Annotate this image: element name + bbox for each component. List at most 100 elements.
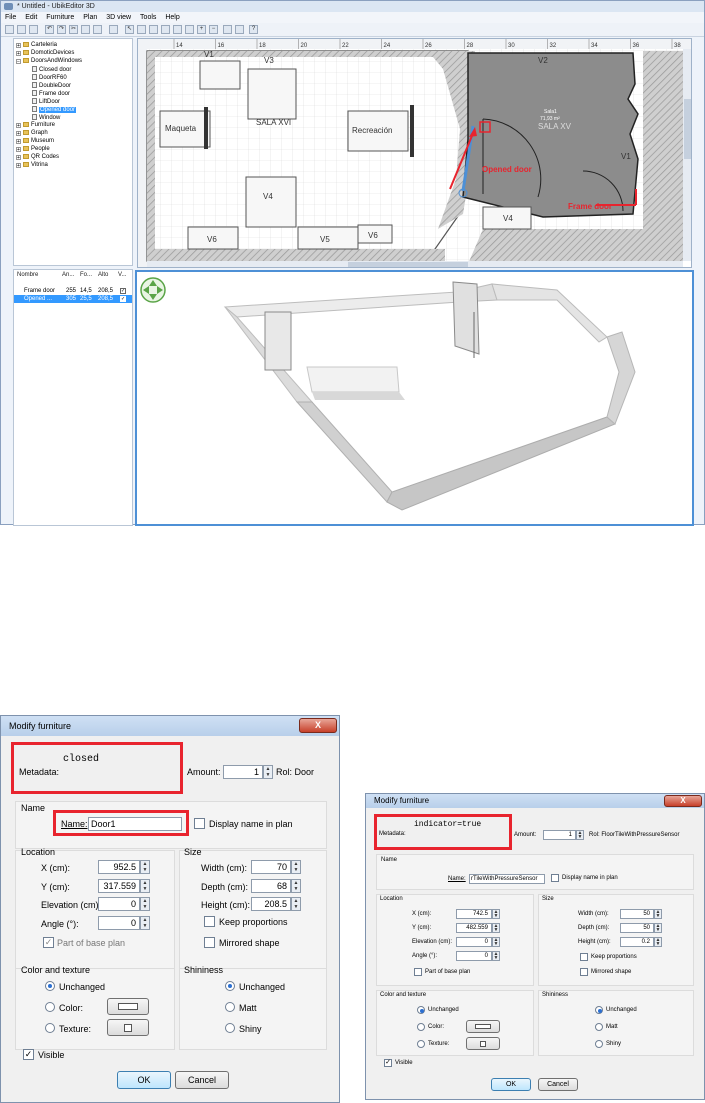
- col-header-name[interactable]: Nombre: [17, 272, 38, 278]
- width-input[interactable]: 50: [620, 909, 654, 919]
- vitrine-v3[interactable]: [247, 68, 297, 120]
- tree-folder-museum[interactable]: + Museum: [16, 138, 54, 145]
- elevation-spinner[interactable]: ▲ ▼: [492, 937, 500, 947]
- furniture-catalog-tree[interactable]: + Carteleria + DomoticDevices − DoorsAndWin…: [13, 38, 133, 266]
- color-radio[interactable]: [45, 1002, 55, 1012]
- height-input[interactable]: 208.5: [251, 897, 291, 911]
- new-icon[interactable]: [5, 25, 14, 34]
- zoom-in-icon[interactable]: +: [197, 25, 206, 34]
- ok-button[interactable]: OK: [491, 1078, 531, 1091]
- name-input[interactable]: Door1: [88, 817, 182, 831]
- visible-checkbox[interactable]: ✓: [120, 288, 126, 294]
- collapse-icon[interactable]: −: [16, 59, 21, 65]
- elevation-spinner[interactable]: ▲ ▼: [140, 897, 150, 911]
- color-unchanged-radio[interactable]: [417, 1006, 425, 1014]
- shiny-radio[interactable]: [595, 1040, 603, 1048]
- cancel-button[interactable]: Cancel: [538, 1078, 578, 1091]
- furniture-list[interactable]: Nombre An... Fo... Alto V... Frame door …: [13, 269, 133, 526]
- expand-icon[interactable]: +: [16, 147, 21, 153]
- menu-help[interactable]: Help: [165, 12, 179, 23]
- table-row[interactable]: Opened ... 305 25,5 208,5 ✓: [14, 295, 132, 303]
- cancel-button[interactable]: Cancel: [175, 1071, 229, 1089]
- open-icon[interactable]: [17, 25, 26, 34]
- display-name-checkbox[interactable]: [194, 818, 205, 829]
- menu-tools[interactable]: Tools: [140, 12, 156, 23]
- color-picker-button[interactable]: [107, 998, 149, 1015]
- redo-icon[interactable]: ↷: [57, 25, 66, 34]
- pan-icon[interactable]: [137, 25, 146, 34]
- menu-plan[interactable]: Plan: [83, 12, 97, 23]
- width-input[interactable]: 70: [251, 860, 291, 874]
- tree-item-doubledoor[interactable]: DoubleDoor: [32, 82, 71, 90]
- display-name-checkbox[interactable]: [551, 874, 559, 882]
- photo-icon[interactable]: [223, 25, 232, 34]
- y-spinner[interactable]: ▲ ▼: [140, 879, 150, 893]
- elevation-input[interactable]: 0: [98, 897, 140, 911]
- x-input[interactable]: 742.5: [456, 909, 492, 919]
- tree-item-closed-door[interactable]: Closed door: [32, 66, 71, 74]
- texture-picker-button[interactable]: [107, 1019, 149, 1036]
- tree-folder-vitrina[interactable]: + Vitrina: [16, 162, 48, 169]
- create-walls-icon[interactable]: [149, 25, 158, 34]
- menu-file[interactable]: File: [5, 12, 16, 23]
- add-furniture-icon[interactable]: [109, 25, 118, 34]
- close-button[interactable]: X: [664, 795, 702, 807]
- tree-item-liftdoor[interactable]: LiftDoor: [32, 98, 60, 106]
- expand-icon[interactable]: +: [16, 163, 21, 169]
- height-spinner[interactable]: ▲ ▼: [291, 897, 301, 911]
- visible-checkbox[interactable]: ✓: [120, 296, 126, 302]
- 3d-view-canvas[interactable]: [137, 272, 692, 524]
- 3d-door-left[interactable]: [264, 311, 292, 371]
- height-spinner[interactable]: ▲ ▼: [654, 937, 662, 947]
- tree-folder-qr-codes[interactable]: + QR Codes: [16, 154, 59, 161]
- tree-folder-domoticdevices[interactable]: + DomoticDevices: [16, 50, 74, 57]
- angle-input[interactable]: 0: [456, 951, 492, 961]
- y-input[interactable]: 317.559: [98, 879, 140, 893]
- expand-icon[interactable]: +: [16, 43, 21, 49]
- paste-icon[interactable]: [93, 25, 102, 34]
- color-unchanged-radio[interactable]: [45, 981, 55, 991]
- depth-spinner[interactable]: ▲ ▼: [654, 923, 662, 933]
- create-dimension-icon[interactable]: [173, 25, 182, 34]
- tree-folder-graph[interactable]: + Graph: [16, 130, 48, 137]
- name-input[interactable]: rTileWithPressureSensor: [469, 874, 545, 884]
- tree-folder-furniture[interactable]: + Furniture: [16, 122, 55, 129]
- width-spinner[interactable]: ▲ ▼: [654, 909, 662, 919]
- depth-input[interactable]: 50: [620, 923, 654, 933]
- mirrored-shape-checkbox[interactable]: [204, 937, 215, 948]
- video-icon[interactable]: [235, 25, 244, 34]
- part-of-base-plan-checkbox[interactable]: [414, 968, 422, 976]
- cut-icon[interactable]: ✂: [69, 25, 78, 34]
- expand-icon[interactable]: +: [16, 51, 21, 57]
- 3d-view[interactable]: [135, 270, 694, 526]
- tree-item-opened-door[interactable]: Opened door: [32, 106, 77, 114]
- zoom-out-icon[interactable]: −: [209, 25, 218, 34]
- help-icon[interactable]: ?: [249, 25, 258, 34]
- menu-edit[interactable]: Edit: [25, 12, 37, 23]
- keep-proportions-checkbox[interactable]: [204, 916, 215, 927]
- save-icon[interactable]: [29, 25, 38, 34]
- visible-checkbox[interactable]: ✓: [384, 1059, 392, 1067]
- metadata-input[interactable]: closed: [63, 754, 99, 765]
- undo-icon[interactable]: ↶: [45, 25, 54, 34]
- ok-button[interactable]: OK: [117, 1071, 171, 1089]
- floor-plan-canvas[interactable]: 14 16 18 20 22 24 26 28 30 32 34 36 38 V…: [138, 39, 692, 268]
- angle-spinner[interactable]: ▲ ▼: [492, 951, 500, 961]
- angle-input[interactable]: 0: [98, 916, 140, 930]
- tree-item-window[interactable]: Window: [32, 114, 60, 122]
- x-spinner[interactable]: ▲ ▼: [140, 860, 150, 874]
- x-spinner[interactable]: ▲ ▼: [492, 909, 500, 919]
- visible-checkbox[interactable]: ✓: [23, 1049, 34, 1060]
- height-input[interactable]: 0.2: [620, 937, 654, 947]
- tree-folder-carteleria[interactable]: + Carteleria: [16, 42, 57, 49]
- tree-folder-people[interactable]: + People: [16, 146, 50, 153]
- col-header-visible[interactable]: V...: [118, 272, 126, 278]
- metadata-input[interactable]: indicator=true: [414, 820, 481, 829]
- angle-spinner[interactable]: ▲ ▼: [140, 916, 150, 930]
- col-header-width[interactable]: An...: [62, 272, 74, 278]
- expand-icon[interactable]: +: [16, 155, 21, 161]
- tree-item-frame-door[interactable]: Frame door: [32, 90, 70, 98]
- scrollbar-thumb[interactable]: [348, 262, 468, 268]
- depth-spinner[interactable]: ▲ ▼: [291, 879, 301, 893]
- col-header-depth[interactable]: Fo...: [80, 272, 92, 278]
